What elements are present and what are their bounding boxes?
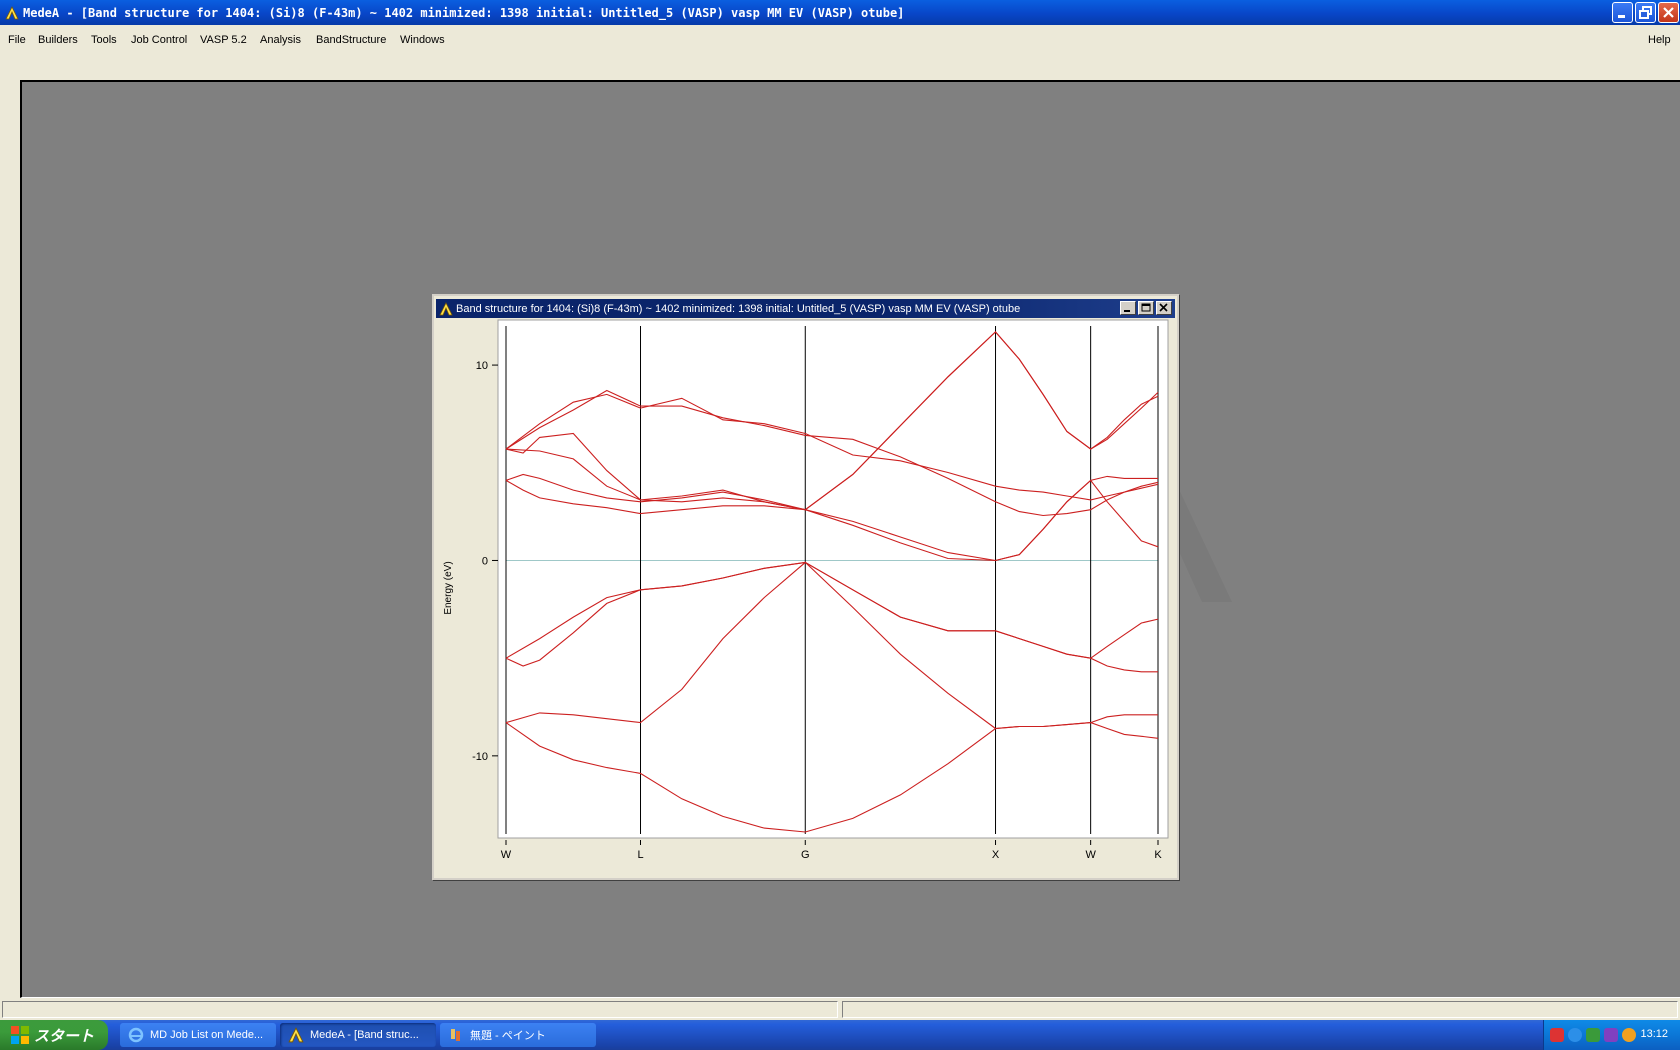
menu-job-control[interactable]: Job Control [131, 34, 187, 46]
tray-security-icon[interactable] [1586, 1028, 1600, 1042]
menu-vasp[interactable]: VASP 5.2 [200, 34, 247, 46]
minimize-button[interactable] [1612, 2, 1633, 23]
ie-icon [128, 1027, 144, 1043]
menu-analysis[interactable]: Analysis [260, 34, 301, 46]
y-axis-label: Energy (eV) [443, 561, 454, 614]
tray-app-icon[interactable] [1604, 1028, 1618, 1042]
taskbar-button-label: MedeA - [Band struc... [310, 1029, 419, 1041]
minimize-icon [1124, 310, 1130, 312]
band-structure-window: Band structure for 1404: (Si)8 (F-43m) ~… [432, 294, 1179, 880]
child-window-title: Band structure for 1404: (Si)8 (F-43m) ~… [456, 302, 1021, 315]
x-tick-label: W [501, 849, 512, 861]
taskbar-button-medea[interactable]: MedeA - [Band struc... [280, 1023, 436, 1047]
taskbar-button-paint[interactable]: 無題 - ペイント [440, 1023, 596, 1047]
mdi-workspace: Band structure for 1404: (Si)8 (F-43m) ~… [20, 80, 1680, 998]
taskbar-button-label: MD Job List on Mede... [150, 1029, 264, 1041]
child-minimize-button[interactable] [1120, 301, 1136, 315]
app-title: MedeA - [Band structure for 1404: (Si)8 … [23, 5, 905, 20]
x-tick-label: L [637, 849, 643, 861]
menu-tools[interactable]: Tools [91, 34, 117, 46]
restore-button[interactable] [1635, 2, 1656, 23]
x-tick-label: K [1154, 849, 1162, 861]
close-button[interactable] [1658, 2, 1679, 23]
maximize-icon [1141, 303, 1151, 312]
status-pane-left [2, 1001, 838, 1018]
band-structure-plot: W L G X W K 10 0 -10 Energy (eV) [443, 319, 1169, 861]
menu-bar: File Builders Tools Job Control VASP 5.2… [0, 27, 1680, 55]
tray-update-icon[interactable] [1622, 1028, 1636, 1042]
child-close-button[interactable] [1156, 301, 1172, 315]
taskbar-button-md-job-list[interactable]: MD Job List on Mede... [120, 1023, 276, 1047]
menu-builders[interactable]: Builders [38, 34, 78, 46]
system-tray: 13:12 [1543, 1020, 1680, 1050]
close-icon [1663, 7, 1674, 18]
menu-windows[interactable]: Windows [400, 34, 445, 46]
y-tick-label: 10 [476, 360, 488, 372]
tray-network-icon[interactable] [1568, 1028, 1582, 1042]
status-bar [0, 1000, 1680, 1020]
child-titlebar: Band structure for 1404: (Si)8 (F-43m) ~… [436, 299, 1175, 318]
close-icon [1159, 303, 1168, 312]
windows-logo-icon [11, 1026, 29, 1044]
medea-logo-icon [288, 1027, 304, 1043]
app-titlebar: MedeA - [Band structure for 1404: (Si)8 … [0, 0, 1680, 25]
start-label: スタート [34, 1027, 95, 1045]
paint-icon [451, 1029, 460, 1041]
menu-help[interactable]: Help [1648, 34, 1671, 46]
restore-icon [1639, 6, 1652, 19]
tray-acrobat-icon[interactable] [1550, 1028, 1564, 1042]
y-tick-label: -10 [472, 751, 488, 763]
medea-logo-icon [5, 5, 19, 19]
menu-file[interactable]: File [8, 34, 26, 46]
x-tick-label: G [801, 849, 810, 861]
y-tick-label: 0 [482, 555, 488, 567]
taskbar-clock: 13:12 [1640, 1028, 1668, 1040]
start-button[interactable]: スタート [0, 1020, 108, 1050]
taskbar-button-label: 無題 - ペイント [470, 1030, 546, 1042]
minimize-icon [1618, 15, 1625, 18]
x-tick-label: W [1085, 849, 1096, 861]
x-tick-label: X [992, 849, 1000, 861]
medea-logo-icon [439, 301, 453, 315]
status-pane-right [842, 1001, 1678, 1018]
child-maximize-button[interactable] [1138, 301, 1154, 315]
taskbar: スタート MD Job List on Mede... MedeA - [Ban… [0, 1020, 1680, 1050]
menu-bandstructure[interactable]: BandStructure [316, 34, 386, 46]
